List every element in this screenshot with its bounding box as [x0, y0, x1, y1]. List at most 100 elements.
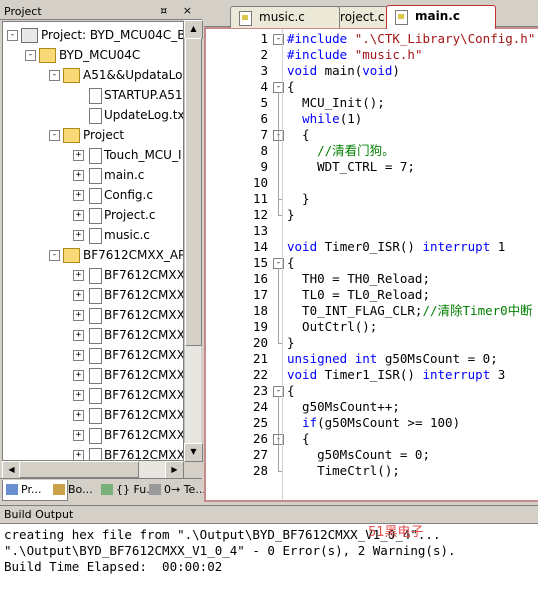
tree-item[interactable]: + BF7612CMXX_: [3, 365, 183, 385]
tree-item[interactable]: - BYD_MCU04C: [3, 45, 183, 65]
code-line: g50MsCount++;: [287, 399, 400, 414]
tree-horizontal-scrollbar[interactable]: ◀ ▶: [2, 461, 184, 480]
tree-item[interactable]: + Touch_MCU_I: [3, 145, 183, 165]
tree-item[interactable]: - BF7612CMXX_API_L: [3, 245, 183, 265]
tree-item[interactable]: + BF7612CMXX_: [3, 425, 183, 445]
panel-pin-close-buttons[interactable]: ¤ ×: [160, 4, 198, 17]
expand-icon[interactable]: +: [73, 290, 84, 301]
tree-item[interactable]: + BF7612CMXX_: [3, 265, 183, 285]
project-panel-titlebar: Project ¤ ×: [0, 3, 202, 20]
expand-icon[interactable]: +: [73, 430, 84, 441]
scroll-up-arrow-icon[interactable]: ▲: [184, 20, 203, 39]
code-line: }: [287, 335, 295, 350]
tree-item[interactable]: - Project: BYD_MCU04C_BF7: [3, 25, 183, 45]
line-number: 13: [252, 223, 268, 238]
editor-tab-bar: music.c Project.c main.c: [204, 3, 538, 29]
file-icon: [89, 308, 102, 324]
expand-icon[interactable]: +: [73, 330, 84, 341]
code-line: unsigned int g50MsCount = 0;: [287, 351, 498, 366]
project-panel: Project ¤ × -Project: BYD_MCU04C_BF7-BYD…: [0, 0, 206, 502]
tree-item-label: BF7612CMXX_: [104, 288, 184, 302]
expand-icon[interactable]: +: [73, 150, 84, 161]
code-editor[interactable]: 1-2 3 4-5 6 7-8 9 10 11 12 13 14 15-16 17 18 19 20 21 22 2…: [204, 27, 538, 502]
expand-icon[interactable]: +: [73, 370, 84, 381]
scroll-thumb[interactable]: [185, 38, 202, 346]
tree-item-label: UpdateLog.txt: [104, 108, 184, 122]
tree-item[interactable]: STARTUP.A51: [3, 85, 183, 105]
build-output-title: Build Output: [4, 508, 74, 521]
collapse-icon[interactable]: -: [7, 30, 18, 41]
expand-icon[interactable]: +: [73, 350, 84, 361]
build-output-line: ".\Output\BYD_BF7612CMXX_V1_0_4" - 0 Err…: [4, 543, 456, 558]
project-tree[interactable]: -Project: BYD_MCU04C_BF7-BYD_MCU04C-A51&…: [2, 21, 184, 461]
line-number: 28: [252, 463, 268, 478]
tree-item[interactable]: + main.c: [3, 165, 183, 185]
expand-icon[interactable]: +: [73, 270, 84, 281]
code-line: while(1): [302, 111, 363, 126]
code-line: {: [287, 255, 295, 270]
tree-item[interactable]: + BF7612CMXX_: [3, 305, 183, 325]
tree-item[interactable]: + BF7612CMXX_: [3, 445, 183, 460]
line-number: 2: [260, 47, 268, 62]
panel-tab-3[interactable]: 0→ Te...: [146, 480, 210, 500]
tree-item[interactable]: + BF7612CMXX_: [3, 405, 183, 425]
tree-item[interactable]: UpdateLog.txt: [3, 105, 183, 125]
tree-item[interactable]: - Project: [3, 125, 183, 145]
tree-item-label: BYD_MCU04C: [59, 48, 141, 62]
tree-item-label: Config.c: [104, 188, 153, 202]
tree-item-label: Project.c: [104, 208, 156, 222]
tree-item[interactable]: + BF7612CMXX_: [3, 385, 183, 405]
folder-open-icon: [39, 48, 56, 63]
collapse-icon[interactable]: -: [25, 50, 36, 61]
code-line: }: [287, 207, 295, 222]
line-number: 10: [252, 175, 268, 190]
expand-icon[interactable]: +: [73, 410, 84, 421]
file-icon: [89, 88, 102, 104]
code-line: #include "music.h": [287, 47, 423, 62]
tree-item-label: Project: [83, 128, 125, 142]
hscroll-thumb[interactable]: [19, 461, 139, 478]
books-tab-icon: [53, 484, 65, 495]
editor-tab-main-c[interactable]: main.c: [386, 5, 496, 29]
code-line: T0_INT_FLAG_CLR;//清除Timer0中断: [287, 303, 533, 318]
tree-item[interactable]: + BF7612CMXX_: [3, 325, 183, 345]
project-tab-icon: [6, 484, 18, 495]
line-number: 5: [260, 95, 268, 110]
collapse-icon[interactable]: -: [49, 130, 60, 141]
expand-icon[interactable]: +: [73, 230, 84, 241]
tree-item[interactable]: + BF7612CMXX_: [3, 345, 183, 365]
expand-icon[interactable]: +: [73, 170, 84, 181]
code-line: {: [287, 431, 310, 446]
code-line: g50MsCount = 0;: [287, 447, 430, 462]
tree-item[interactable]: + Config.c: [3, 185, 183, 205]
code-line: void main(void): [287, 63, 400, 78]
tree-item-label: Touch_MCU_I: [104, 148, 182, 162]
code-line: TL0 = TL0_Reload;: [287, 287, 430, 302]
tree-vertical-scrollbar[interactable]: ▲ ▼: [184, 20, 203, 462]
expand-icon[interactable]: +: [73, 210, 84, 221]
tree-item-label: BF7612CMXX_: [104, 268, 184, 282]
tree-item-label: BF7612CMXX_: [104, 348, 184, 362]
expand-icon[interactable]: +: [73, 390, 84, 401]
line-number: 20: [252, 335, 268, 350]
expand-icon[interactable]: +: [73, 190, 84, 201]
tree-item[interactable]: + music.c: [3, 225, 183, 245]
expand-icon[interactable]: +: [73, 450, 84, 460]
scroll-down-arrow-icon[interactable]: ▼: [184, 443, 203, 462]
tree-item[interactable]: + Project.c: [3, 205, 183, 225]
collapse-icon[interactable]: -: [49, 70, 60, 81]
line-number: 16: [252, 271, 268, 286]
editor-tab-label: main.c: [415, 9, 460, 23]
editor-tab-music-c[interactable]: music.c: [230, 6, 340, 28]
expand-icon[interactable]: +: [73, 310, 84, 321]
tree-item[interactable]: - A51&&UpdataLog: [3, 65, 183, 85]
line-number: 11: [252, 191, 268, 206]
code-line: {: [287, 79, 295, 94]
panel-tab-label: Pr...: [21, 483, 42, 496]
tree-item-label: A51&&UpdataLog: [83, 68, 184, 82]
code-line: OutCtrl();: [287, 319, 378, 334]
collapse-icon[interactable]: -: [49, 250, 60, 261]
tree-item-label: BF7612CMXX_: [104, 308, 184, 322]
tree-item[interactable]: + BF7612CMXX_: [3, 285, 183, 305]
code-text-area[interactable]: #include ".\CTK_Library\Config.h" #includ…: [282, 29, 538, 500]
